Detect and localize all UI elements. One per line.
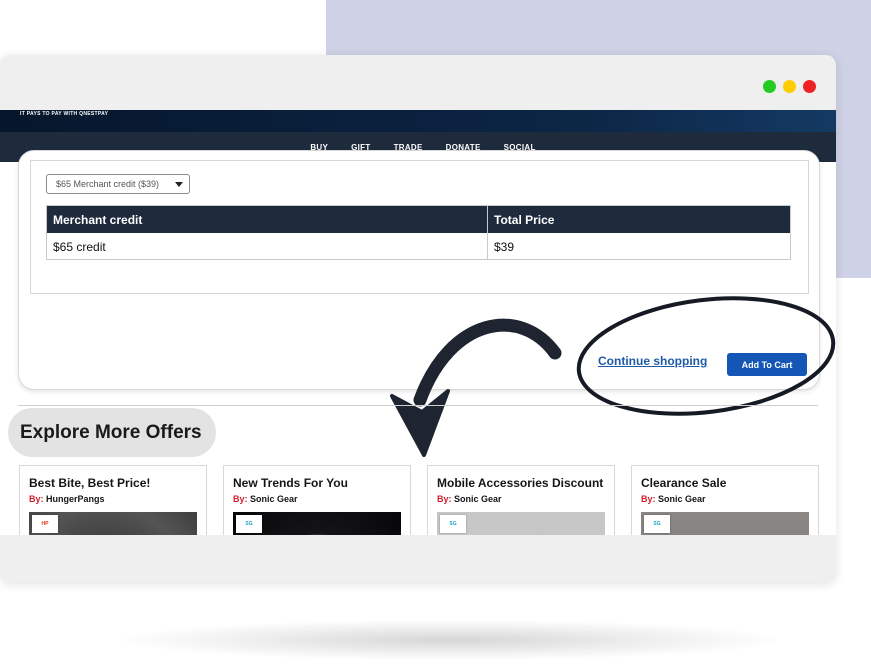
maximize-dot[interactable] bbox=[783, 80, 796, 93]
merchant-name: HungerPangs bbox=[46, 494, 105, 504]
offer-title: Mobile Accessories Discount bbox=[437, 476, 604, 490]
page-viewport: IT PAYS TO PAY WITH QNESTPAY BUY GIFT TR… bbox=[0, 110, 836, 535]
merchant-name: Sonic Gear bbox=[250, 494, 298, 504]
headphones-photo: SG bbox=[233, 512, 401, 535]
offer-card-4[interactable]: Clearance Sale By: Sonic Gear SG bbox=[631, 465, 819, 535]
clearance-photo: SG bbox=[641, 512, 809, 535]
minimize-dot[interactable] bbox=[763, 80, 776, 93]
offer-merchant: By: Sonic Gear bbox=[437, 494, 502, 504]
window-bottom-bar bbox=[0, 535, 836, 582]
section-divider bbox=[18, 405, 818, 406]
offer-card-3[interactable]: Mobile Accessories Discount By: Sonic Ge… bbox=[427, 465, 615, 535]
by-label: By: bbox=[233, 494, 248, 504]
window-shadow bbox=[120, 620, 780, 660]
offer-card-2[interactable]: New Trends For You By: Sonic Gear SG bbox=[223, 465, 411, 535]
burger-bun-photo: HP bbox=[29, 512, 197, 535]
speaker-powerbank-phone-photo: SG bbox=[437, 512, 605, 535]
offer-merchant: By: Sonic Gear bbox=[233, 494, 298, 504]
hungerpangs-logo-icon: HP bbox=[32, 515, 58, 533]
offer-title: Clearance Sale bbox=[641, 476, 727, 490]
offer-merchant: By: Sonic Gear bbox=[641, 494, 706, 504]
sonic-gear-logo-icon: SG bbox=[236, 515, 262, 533]
offer-title: Best Bite, Best Price! bbox=[29, 476, 151, 490]
continue-shopping-link[interactable]: Continue shopping bbox=[598, 354, 707, 368]
curved-arrow-icon bbox=[413, 318, 562, 407]
add-to-cart-button[interactable]: Add To Cart bbox=[727, 353, 807, 376]
merchant-name: Sonic Gear bbox=[658, 494, 706, 504]
explore-offers-heading: Explore More Offers bbox=[8, 408, 216, 457]
close-dot[interactable] bbox=[803, 80, 816, 93]
offer-title: New Trends For You bbox=[233, 476, 348, 490]
sonic-gear-logo-icon: SG bbox=[644, 515, 670, 533]
by-label: By: bbox=[29, 494, 44, 504]
by-label: By: bbox=[437, 494, 452, 504]
by-label: By: bbox=[641, 494, 656, 504]
browser-window: IT PAYS TO PAY WITH QNESTPAY BUY GIFT TR… bbox=[0, 55, 836, 582]
merchant-name: Sonic Gear bbox=[454, 494, 502, 504]
sonic-gear-logo-icon: SG bbox=[440, 515, 466, 533]
offer-merchant: By: HungerPangs bbox=[29, 494, 105, 504]
window-controls bbox=[763, 80, 816, 93]
offer-card-1[interactable]: Best Bite, Best Price! By: HungerPangs H… bbox=[19, 465, 207, 535]
